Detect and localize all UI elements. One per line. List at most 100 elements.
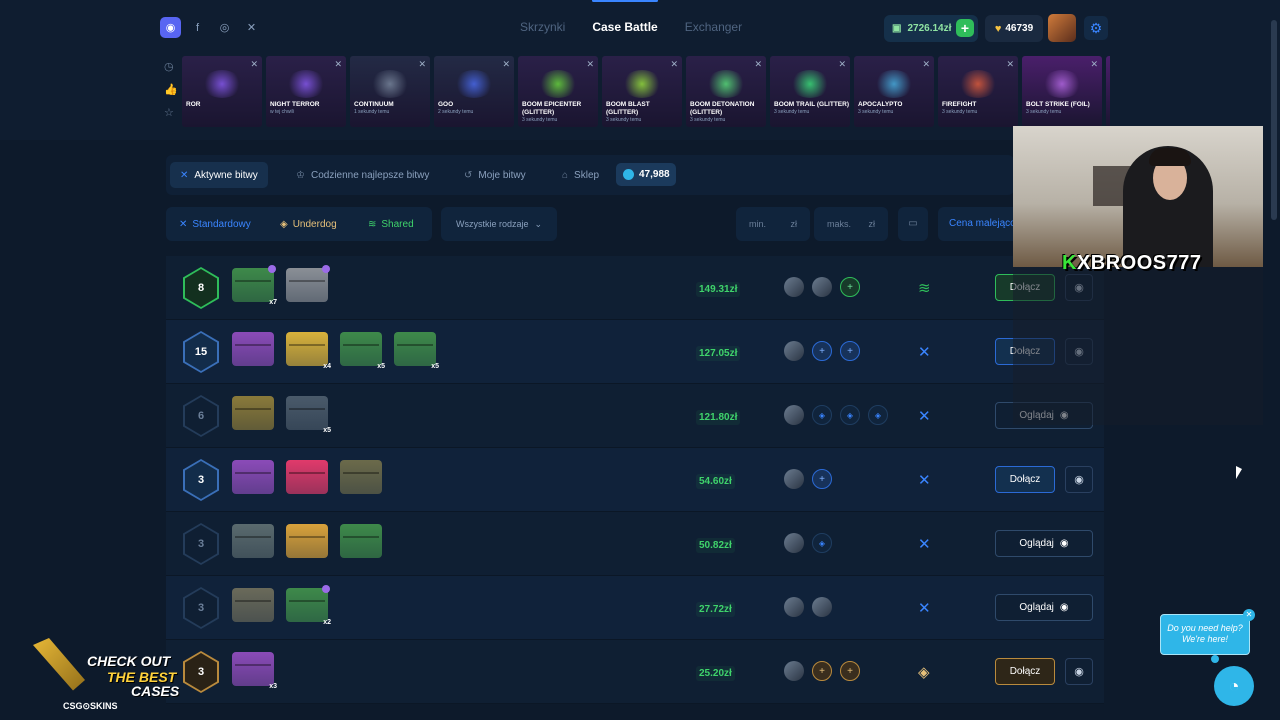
tab-active-battles[interactable]: ✕ Aktywne bitwy (170, 162, 268, 188)
add-player-icon[interactable]: + (812, 341, 832, 361)
battle-row: 3 50.82zł ◈ ✕ Oglądaj ◉ (166, 512, 1104, 576)
tab-shop[interactable]: ⌂ Sklep (552, 162, 609, 188)
live-drop-card[interactable]: ✕ APOCALYPTO 3 sekundy temu (854, 56, 934, 127)
close-icon[interactable]: ✕ (418, 59, 426, 70)
case-image (232, 396, 274, 430)
deposit-plus-icon[interactable]: + (956, 19, 974, 37)
sort-toggle-icon[interactable]: ▭ (898, 207, 928, 241)
gem-balance[interactable]: 47,988 (616, 163, 676, 186)
filter-standard[interactable]: ✕ Standardowy (179, 207, 251, 241)
close-icon[interactable]: ✕ (754, 59, 762, 70)
live-drop-card[interactable]: ✕ CONTINUUM 1 sekundy temu (350, 56, 430, 127)
nav-case-battle[interactable]: Case Battle (592, 0, 659, 34)
battle-price: 121.80zł (696, 410, 741, 425)
skin-image (538, 70, 578, 98)
close-icon[interactable]: ✕ (1243, 609, 1255, 621)
watch-label: Oglądaj (1019, 538, 1054, 549)
case-count: x5 (377, 363, 385, 370)
close-icon[interactable]: ✕ (250, 59, 258, 70)
promo-banner[interactable]: CHECK OUT THE BEST CASES CSG⊙SKINS (5, 623, 181, 715)
thumbs-up-icon[interactable]: 👍 (164, 83, 178, 96)
join-button[interactable]: Dołącz (995, 466, 1055, 493)
battle-type-select[interactable]: Wszystkie rodzaje ⌄ (441, 207, 557, 241)
star-icon[interactable]: ☆ (164, 106, 178, 119)
watch-button[interactable]: Oglądaj ◉ (995, 530, 1093, 557)
battle-tabs: ✕ Aktywne bitwy ♔ Codzienne najlepsze bi… (166, 155, 1014, 195)
add-player-icon[interactable]: + (840, 277, 860, 297)
chevron-down-icon: ⌄ (534, 218, 543, 229)
close-icon[interactable]: ✕ (838, 59, 846, 70)
drop-name: BOLT STRIKE (FOIL) (1026, 101, 1090, 108)
close-icon[interactable]: ✕ (922, 59, 930, 70)
join-label: Dołącz (1009, 474, 1041, 485)
drop-name: BOOM DETONATION (GLITTER) (690, 101, 755, 116)
clock-icon[interactable]: ◷ (164, 60, 178, 73)
min-price-field[interactable]: min. zł (736, 207, 810, 241)
join-button[interactable]: Dołącz (995, 658, 1055, 685)
battle-players: + + (784, 341, 860, 361)
drop-name: BOOM TRAIL (GLITTER) (774, 101, 849, 108)
live-drop-card[interactable]: ✕ GOO 2 sekundy temu (434, 56, 514, 127)
live-drop-card[interactable]: ✕ BOLT STRIKE (FOIL) 3 sekundy temu (1022, 56, 1102, 127)
eye-icon[interactable]: ◉ (1065, 658, 1093, 685)
add-player-icon[interactable]: + (812, 661, 832, 681)
gear-icon[interactable]: ⚙ (1084, 16, 1108, 40)
add-player-icon[interactable]: + (840, 661, 860, 681)
add-player-icon[interactable]: + (840, 341, 860, 361)
tab-daily-best[interactable]: ♔ Codzienne najlepsze bitwy (286, 162, 439, 188)
chat-help-bubble[interactable]: Do you need help? We're here! (1160, 614, 1250, 655)
drop-name: GOO (438, 101, 454, 108)
live-drop-card[interactable]: ✕ BOOM BLAST (GLITTER) 3 sekundy temu (602, 56, 682, 127)
mode-filters: ✕ Standardowy ◈ Underdog ≋ Shared (166, 207, 432, 241)
nav-skrzynki[interactable]: Skrzynki (520, 20, 565, 34)
history-icon: ↺ (464, 169, 473, 181)
wallet-balance[interactable]: ▣ 2726.14zł + (884, 15, 978, 42)
live-drop-card[interactable]: ✕ ROR (182, 56, 262, 127)
discord-icon[interactable]: ◉ (160, 17, 181, 38)
live-drop-card[interactable]: ✕ BOOM EPICENTER (GLITTER) 3 sekundy temu (518, 56, 598, 127)
sort-select[interactable]: Cena malejąco (938, 207, 1014, 241)
promo-line-3: CASES (131, 683, 180, 699)
case-count: x5 (431, 363, 439, 370)
battle-players: + + (784, 661, 860, 681)
watch-button[interactable]: Oglądaj ◉ (995, 594, 1093, 621)
battle-players: ◈ ◈ ◈ (784, 405, 888, 425)
battle-cases: x5 (232, 396, 331, 434)
filter-underdog[interactable]: ◈ Underdog (280, 207, 337, 241)
close-icon[interactable]: ✕ (586, 59, 594, 70)
top-header: ◉ f ◎ ✕ Skrzynki Case Battle Exchanger ▣… (0, 0, 1280, 56)
x-twitter-icon[interactable]: ✕ (241, 17, 262, 38)
add-player-icon[interactable]: + (812, 469, 832, 489)
close-icon[interactable]: ✕ (1006, 59, 1014, 70)
facebook-icon[interactable]: f (187, 17, 208, 38)
instagram-icon[interactable]: ◎ (214, 17, 235, 38)
filter-shared[interactable]: ≋ Shared (368, 207, 414, 241)
nav-exchanger[interactable]: Exchanger (685, 20, 742, 34)
case-image: x3 (232, 652, 277, 690)
live-drop-card[interactable]: ✕BOLT CHAR (FOIL)3 sekundy temu (1106, 56, 1110, 127)
premium-badge (322, 265, 330, 273)
player-avatar (784, 277, 804, 297)
webcam-hair (1149, 148, 1191, 166)
user-avatar[interactable] (1048, 14, 1076, 42)
max-price-field[interactable]: maks. zł (814, 207, 888, 241)
case-count: x4 (323, 363, 331, 370)
empty-slot-icon: ◈ (840, 405, 860, 425)
live-drop-card[interactable]: ✕ BOOM TRAIL (GLITTER) 3 sekundy temu (770, 56, 850, 127)
close-icon[interactable]: ✕ (670, 59, 678, 70)
live-drop-card[interactable]: ✕ NIGHT TERROR w tej chwili (266, 56, 346, 127)
coins-balance[interactable]: ♥ 46739 (985, 15, 1043, 42)
close-icon[interactable]: ✕ (1090, 59, 1098, 70)
live-drop-card[interactable]: ✕ FIREFIGHT 3 sekundy temu (938, 56, 1018, 127)
streamer-name-text: XBROOS777 (1076, 252, 1202, 274)
webcam-overlay (1013, 126, 1263, 267)
close-icon[interactable]: ✕ (334, 59, 342, 70)
chat-icon[interactable]: ◔ (1214, 666, 1254, 706)
battle-cases (232, 524, 382, 558)
close-icon[interactable]: ✕ (502, 59, 510, 70)
rounds-badge: 3 (183, 587, 219, 629)
scrollbar[interactable] (1271, 20, 1277, 220)
live-drop-card[interactable]: ✕ BOOM DETONATION (GLITTER) 3 sekundy temu (686, 56, 766, 127)
eye-icon[interactable]: ◉ (1065, 466, 1093, 493)
tab-my-battles[interactable]: ↺ Moje bitwy (454, 162, 536, 188)
